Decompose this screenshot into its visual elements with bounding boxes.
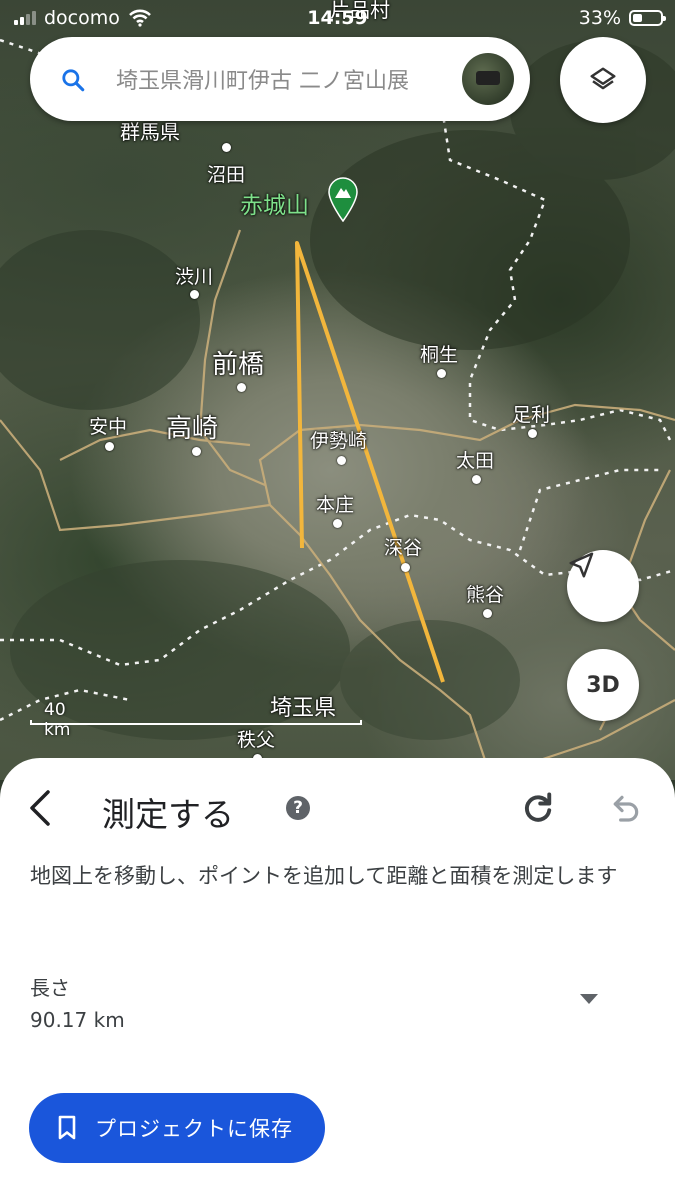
battery-group: 33% [578, 7, 666, 29]
save-project-button[interactable]: プロジェクトに保存 [29, 1093, 325, 1163]
clock: 14:59 [307, 7, 368, 29]
place-label: 秩父 [237, 729, 276, 751]
save-project-label: プロジェクトに保存 [95, 1117, 293, 1141]
scale-line [30, 720, 362, 725]
back-arrow-icon[interactable] [26, 788, 54, 828]
navigation-arrow-icon [569, 552, 594, 578]
undo-icon[interactable] [610, 792, 642, 824]
place-label: 沼田 [207, 164, 246, 186]
place-dot [472, 475, 481, 484]
place-label: 安中 [89, 416, 128, 438]
chevron-down-icon[interactable] [580, 994, 598, 1004]
place-dot [237, 383, 246, 392]
length-label: 長さ [30, 976, 70, 1000]
place-label: 桐生 [420, 344, 459, 366]
place-label: 太田 [456, 450, 495, 472]
layers-button[interactable] [560, 37, 646, 123]
place-dot [190, 290, 199, 299]
search-bar[interactable]: 埼玉県滑川町伊古 二ノ宮山展 [30, 37, 530, 121]
place-label: 埼玉県 [270, 696, 337, 721]
battery-icon [629, 10, 666, 26]
place-label: 本庄 [316, 494, 355, 516]
place-label: 高崎 [166, 414, 219, 444]
battery-percent: 33% [578, 7, 621, 29]
status-bar: docomo 14:59 33% [0, 0, 675, 38]
3d-toggle-button[interactable]: 3D [567, 649, 639, 721]
place-label: 前橋 [212, 350, 265, 380]
poi-label[interactable]: 赤城山 [240, 186, 309, 220]
redo-icon[interactable] [520, 790, 556, 826]
my-location-button[interactable] [567, 550, 639, 622]
place-dot [401, 563, 410, 572]
place-dot [528, 429, 537, 438]
place-dot [337, 456, 346, 465]
place-label: 伊勢崎 [310, 430, 368, 452]
help-icon[interactable]: ? [286, 796, 310, 820]
place-dot [437, 369, 446, 378]
place-label: 足利 [512, 404, 551, 426]
account-avatar[interactable] [462, 53, 514, 105]
search-query[interactable]: 埼玉県滑川町伊古 二ノ宮山展 [116, 63, 450, 95]
panel-description: 地図上を移動し、ポイントを追加して距離と面積を測定します [30, 864, 618, 888]
search-icon [62, 69, 85, 92]
place-dot [483, 609, 492, 618]
length-value: 90.17 km [30, 1008, 125, 1032]
panel-title: 測定する [102, 795, 234, 834]
place-dot [333, 519, 342, 528]
place-label: 熊谷 [466, 584, 505, 606]
place-dot [222, 143, 231, 152]
layers-icon [590, 67, 616, 90]
bookmark-icon [58, 1115, 76, 1140]
measure-panel: 測定する ? 地図上を移動し、ポイントを追加して距離と面積を測定します 長さ 9… [0, 758, 675, 1200]
place-dot [105, 442, 114, 451]
place-label: 深谷 [384, 537, 423, 559]
place-dot [192, 447, 201, 456]
place-label: 渋川 [175, 266, 214, 288]
